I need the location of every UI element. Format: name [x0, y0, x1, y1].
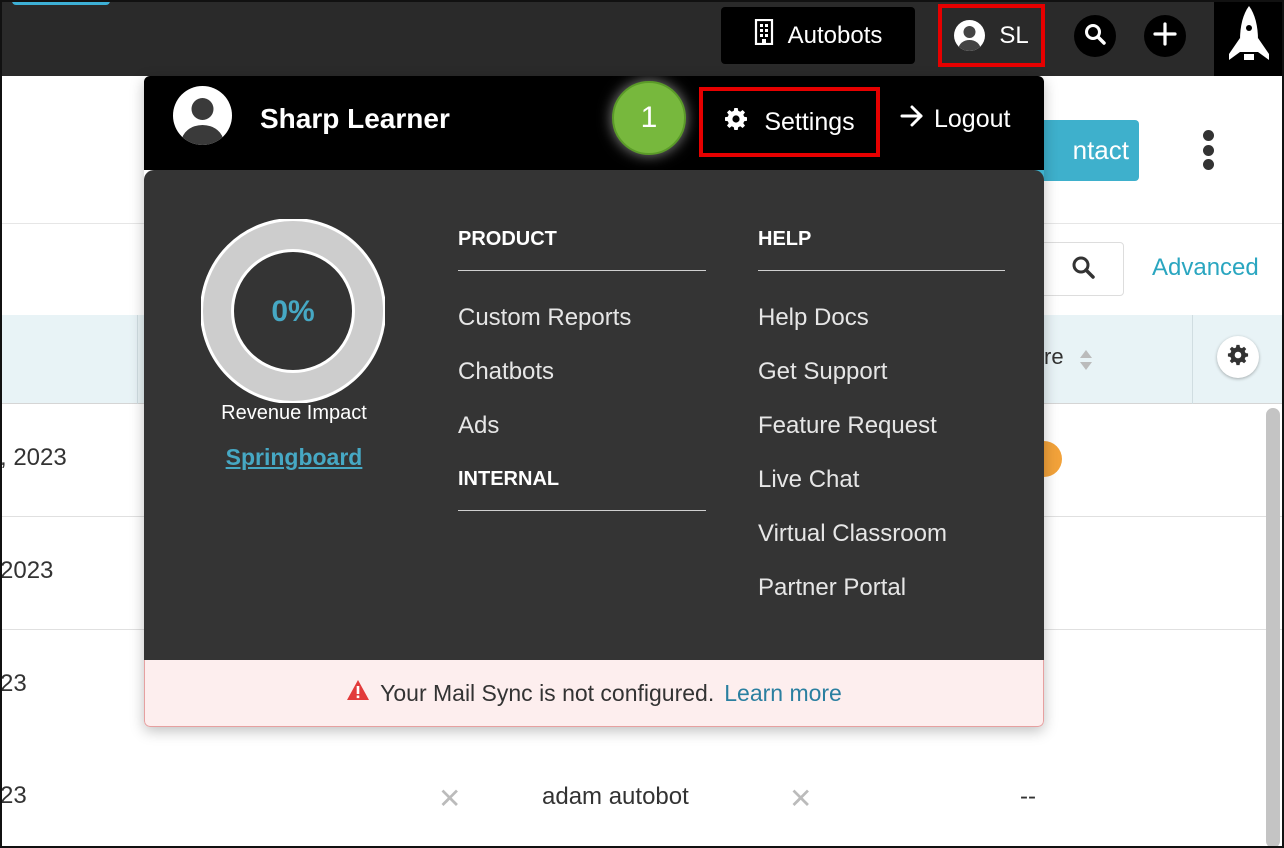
dropdown-header: Sharp Learner 1 Settings Logout — [144, 76, 1044, 170]
plus-icon — [1153, 21, 1177, 51]
quick-add-button[interactable] — [1144, 15, 1186, 57]
row-value: -- — [1020, 783, 1036, 810]
help-divider — [758, 270, 1005, 271]
menu-item-live-chat[interactable]: Live Chat — [758, 466, 859, 494]
building-icon — [754, 18, 774, 52]
warning-icon — [346, 679, 370, 707]
help-heading: HELP — [758, 228, 812, 250]
user-menu-button[interactable]: SL — [938, 4, 1045, 67]
vertical-scrollbar[interactable] — [1266, 408, 1280, 848]
top-navigation-bar: Autobots SL — [0, 0, 1284, 76]
logout-label: Logout — [934, 105, 1011, 133]
column-settings-button[interactable] — [1217, 336, 1259, 378]
arrow-right-icon — [900, 105, 924, 134]
empty-cell-icon: ✕ — [789, 783, 813, 814]
menu-item-virtual-classroom[interactable]: Virtual Classroom — [758, 520, 947, 548]
user-initials: SL — [999, 21, 1029, 49]
row-date: 23 — [0, 670, 27, 697]
revenue-percent: 0% — [271, 295, 314, 328]
profile-avatar-icon — [173, 86, 232, 145]
advanced-search-link[interactable]: Advanced — [1152, 254, 1259, 282]
menu-item-feature-request[interactable]: Feature Request — [758, 412, 937, 440]
global-search-button[interactable] — [1074, 15, 1116, 57]
user-avatar-icon — [954, 20, 986, 51]
settings-label: Settings — [764, 107, 855, 136]
search-icon — [1084, 23, 1106, 50]
row-date: 23 — [0, 782, 27, 809]
internal-heading: INTERNAL — [458, 468, 560, 490]
sort-icon[interactable] — [1078, 348, 1094, 377]
internal-divider — [458, 510, 706, 511]
gear-icon — [724, 107, 748, 138]
menu-item-chatbots[interactable]: Chatbots — [458, 358, 554, 386]
row-date: , 2023 — [0, 444, 67, 471]
search-icon — [1071, 255, 1095, 284]
row-date: 2023 — [0, 557, 54, 584]
step-number-badge: 1 — [612, 81, 686, 155]
settings-button[interactable]: Settings — [699, 87, 880, 157]
profile-name: Sharp Learner — [260, 103, 450, 134]
active-tab-indicator — [12, 0, 110, 5]
menu-item-custom-reports[interactable]: Custom Reports — [458, 304, 631, 332]
empty-cell-icon: ✕ — [438, 783, 462, 814]
user-dropdown-menu: Sharp Learner 1 Settings Logout 0% Reven… — [144, 76, 1044, 727]
product-divider — [458, 270, 706, 271]
alert-message: Your Mail Sync is not configured. — [380, 679, 715, 706]
organization-name: Autobots — [787, 21, 883, 49]
revenue-impact-ring: 0% — [201, 219, 385, 403]
mail-sync-alert: Your Mail Sync is not configured. Learn … — [144, 660, 1044, 727]
menu-item-ads[interactable]: Ads — [458, 412, 499, 440]
learn-more-link[interactable]: Learn more — [724, 680, 842, 707]
logout-button[interactable]: Logout — [900, 105, 1010, 134]
column-header-label[interactable]: re — [1044, 344, 1064, 370]
menu-item-partner-portal[interactable]: Partner Portal — [758, 574, 906, 602]
menu-item-get-support[interactable]: Get Support — [758, 358, 887, 386]
product-heading: PRODUCT — [458, 228, 557, 250]
organization-switcher-button[interactable]: Autobots — [721, 7, 915, 64]
row-owner: adam autobot — [542, 783, 689, 810]
rocket-icon — [1225, 4, 1273, 73]
launchpad-button[interactable] — [1214, 0, 1284, 76]
gear-icon — [1227, 344, 1249, 371]
menu-item-help-docs[interactable]: Help Docs — [758, 304, 869, 332]
springboard-link[interactable]: Springboard — [204, 444, 384, 471]
more-options-icon[interactable] — [1200, 130, 1216, 170]
dropdown-body: 0% Revenue Impact Springboard PRODUCT Cu… — [144, 170, 1044, 660]
revenue-impact-label: Revenue Impact — [221, 402, 367, 424]
